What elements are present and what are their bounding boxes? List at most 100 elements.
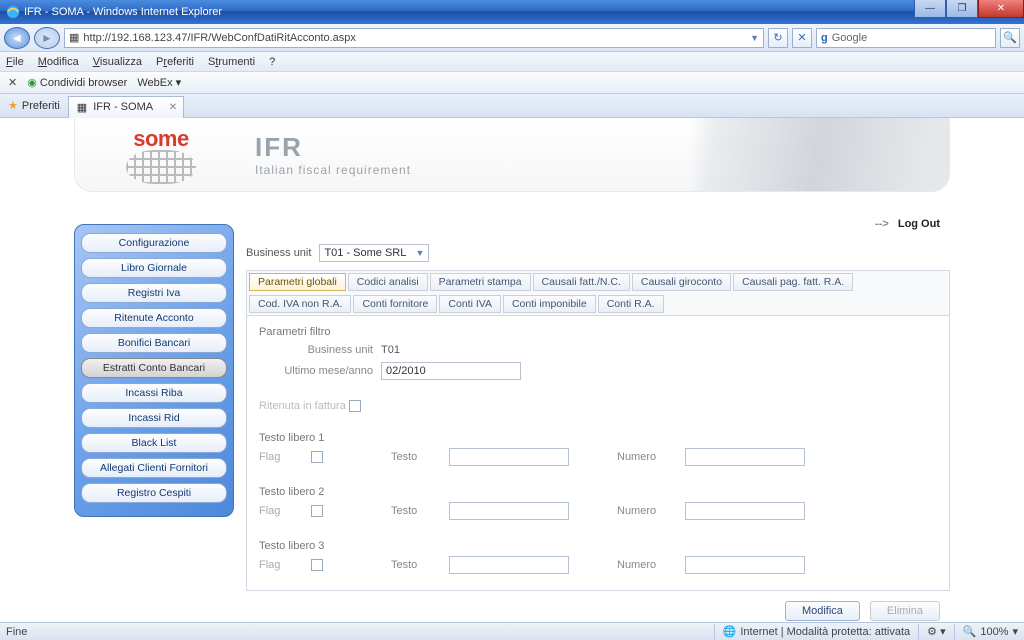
forward-button[interactable]: ►: [34, 27, 60, 49]
status-zoom[interactable]: 🔍 100% ▾: [954, 624, 1018, 640]
menu-fav[interactable]: Preferiti: [156, 56, 194, 68]
tab-conti-ra[interactable]: Conti R.A.: [598, 295, 664, 313]
tab-conti-fornitore[interactable]: Conti fornitore: [353, 295, 437, 313]
window-titlebar: IFR - SOMA - Windows Internet Explorer —…: [0, 0, 1024, 24]
status-left: Fine: [6, 626, 27, 638]
tl2-testo-input[interactable]: [449, 502, 569, 520]
minimize-button[interactable]: —: [914, 0, 946, 18]
globe-icon: [126, 150, 196, 184]
tl1-flag-label: Flag: [259, 451, 303, 463]
tab-label: IFR - SOMA: [93, 101, 153, 113]
close-share-icon[interactable]: ✕: [8, 76, 17, 89]
url-dropdown-icon[interactable]: ▼: [750, 33, 759, 43]
tl3-title: Testo libero 3: [259, 540, 937, 552]
sidebar-item-estratti-conto[interactable]: Estratti Conto Bancari: [81, 358, 227, 378]
rit-checkbox[interactable]: [349, 400, 361, 412]
sidebar-item-bonifici-bancari[interactable]: Bonifici Bancari: [81, 333, 227, 353]
status-prot[interactable]: ⚙ ▾: [918, 624, 945, 640]
bu-field-value: T01: [381, 344, 400, 356]
modify-button[interactable]: Modifica: [785, 601, 860, 621]
inner-tabs: Parametri globali Codici analisi Paramet…: [246, 270, 950, 316]
logo: some: [91, 124, 231, 186]
refresh-button[interactable]: ↻: [768, 28, 788, 48]
filter-title: Parametri filtro: [259, 326, 937, 338]
tl1-testo-label: Testo: [391, 451, 441, 463]
tab-causali-fatt[interactable]: Causali fatt./N.C.: [533, 273, 630, 291]
tl2-flag-label: Flag: [259, 505, 303, 517]
tl1-flag[interactable]: [311, 451, 323, 463]
tl3-numero-label: Numero: [617, 559, 677, 571]
url-field[interactable]: ▦ http://192.168.123.47/IFR/WebConfDatiR…: [64, 28, 764, 48]
month-label: Ultimo mese/anno: [259, 365, 381, 377]
tl1-numero-input[interactable]: [685, 448, 805, 466]
tab-ifr-soma[interactable]: ▦ IFR - SOMA ✕: [68, 96, 184, 118]
webex-menu[interactable]: WebEx ▾: [137, 76, 181, 89]
logout-arrow: -->: [875, 218, 889, 230]
chevron-down-icon: ▼: [416, 248, 425, 258]
rit-label: Ritenuta in fattura: [259, 400, 346, 412]
tl1-testo-input[interactable]: [449, 448, 569, 466]
page-icon: ▦: [69, 31, 79, 44]
maximize-button[interactable]: ❐: [946, 0, 978, 18]
sidebar-item-registri-iva[interactable]: Registri Iva: [81, 283, 227, 303]
menu-tools[interactable]: Strumenti: [208, 56, 255, 68]
search-engine: Google: [832, 32, 867, 44]
globe-icon: 🌐: [723, 625, 737, 638]
sidebar-item-libro-giornale[interactable]: Libro Giornale: [81, 258, 227, 278]
share-toolbar: ✕ ◉ Condividi browser WebEx ▾: [0, 72, 1024, 94]
sidebar-item-allegati[interactable]: Allegati Clienti Fornitori: [81, 458, 227, 478]
search-button[interactable]: 🔍: [1000, 28, 1020, 48]
sidebar-item-registro-cespiti[interactable]: Registro Cespiti: [81, 483, 227, 503]
tab-conti-imponibile[interactable]: Conti imponibile: [503, 295, 596, 313]
menu-view[interactable]: Visualizza: [93, 56, 142, 68]
tab-cod-iva[interactable]: Cod. IVA non R.A.: [249, 295, 351, 313]
status-zone: 🌐Internet | Modalità protetta: attivata: [714, 624, 911, 640]
search-field[interactable]: g Google: [816, 28, 996, 48]
month-input[interactable]: [381, 362, 521, 380]
tl2-numero-label: Numero: [617, 505, 677, 517]
tl3-numero-input[interactable]: [685, 556, 805, 574]
browser-tabs: ★Preferiti ▦ IFR - SOMA ✕: [0, 94, 1024, 118]
bu-field-label: Business unit: [259, 344, 381, 356]
tab-parametri-globali[interactable]: Parametri globali: [249, 273, 346, 291]
header-photo: [689, 118, 949, 191]
tab-causali-pag[interactable]: Causali pag. fatt. R.A.: [733, 273, 853, 291]
menu-file[interactable]: File: [6, 56, 24, 68]
stop-button[interactable]: ✕: [792, 28, 812, 48]
logout-link[interactable]: Log Out: [898, 218, 940, 230]
tl3-flag[interactable]: [311, 559, 323, 571]
menu-help[interactable]: ?: [269, 56, 275, 68]
close-button[interactable]: ✕: [978, 0, 1024, 18]
main-panel: --> Log Out Business unit T01 - Some SRL…: [246, 218, 950, 621]
ie-icon: [6, 5, 20, 19]
sidebar-item-black-list[interactable]: Black List: [81, 433, 227, 453]
url-text: http://192.168.123.47/IFR/WebConfDatiRit…: [83, 32, 356, 44]
tab-icon: ▦: [77, 101, 87, 114]
tab-close-icon[interactable]: ✕: [169, 102, 177, 113]
tl2-numero-input[interactable]: [685, 502, 805, 520]
tl3-testo-label: Testo: [391, 559, 441, 571]
tl3-testo-input[interactable]: [449, 556, 569, 574]
back-button[interactable]: ◄: [4, 27, 30, 49]
logout-area: --> Log Out: [246, 218, 950, 230]
menu-bar: File Modifica Visualizza Preferiti Strum…: [0, 52, 1024, 72]
sidebar-item-configurazione[interactable]: Configurazione: [81, 233, 227, 253]
tl1-numero-label: Numero: [617, 451, 677, 463]
sidebar-item-incassi-riba[interactable]: Incassi Riba: [81, 383, 227, 403]
tab-conti-iva[interactable]: Conti IVA: [439, 295, 501, 313]
favorites-button[interactable]: ★Preferiti: [0, 99, 68, 112]
page-header: some IFR Italian fiscal requirement: [74, 118, 950, 192]
tab-codici-analisi[interactable]: Codici analisi: [348, 273, 428, 291]
tl2-flag[interactable]: [311, 505, 323, 517]
menu-edit[interactable]: Modifica: [38, 56, 79, 68]
tl2-title: Testo libero 2: [259, 486, 937, 498]
google-icon: g: [821, 32, 828, 44]
bu-select[interactable]: T01 - Some SRL▼: [319, 244, 429, 262]
tab-causali-giroconto[interactable]: Causali giroconto: [632, 273, 731, 291]
delete-button: Elimina: [870, 601, 940, 621]
sidebar-item-ritenute-acconto[interactable]: Ritenute Acconto: [81, 308, 227, 328]
tab-parametri-stampa[interactable]: Parametri stampa: [430, 273, 531, 291]
sidebar-item-incassi-rid[interactable]: Incassi Rid: [81, 408, 227, 428]
share-browser[interactable]: ◉ Condividi browser: [27, 76, 127, 89]
status-bar: Fine 🌐Internet | Modalità protetta: atti…: [0, 622, 1024, 640]
